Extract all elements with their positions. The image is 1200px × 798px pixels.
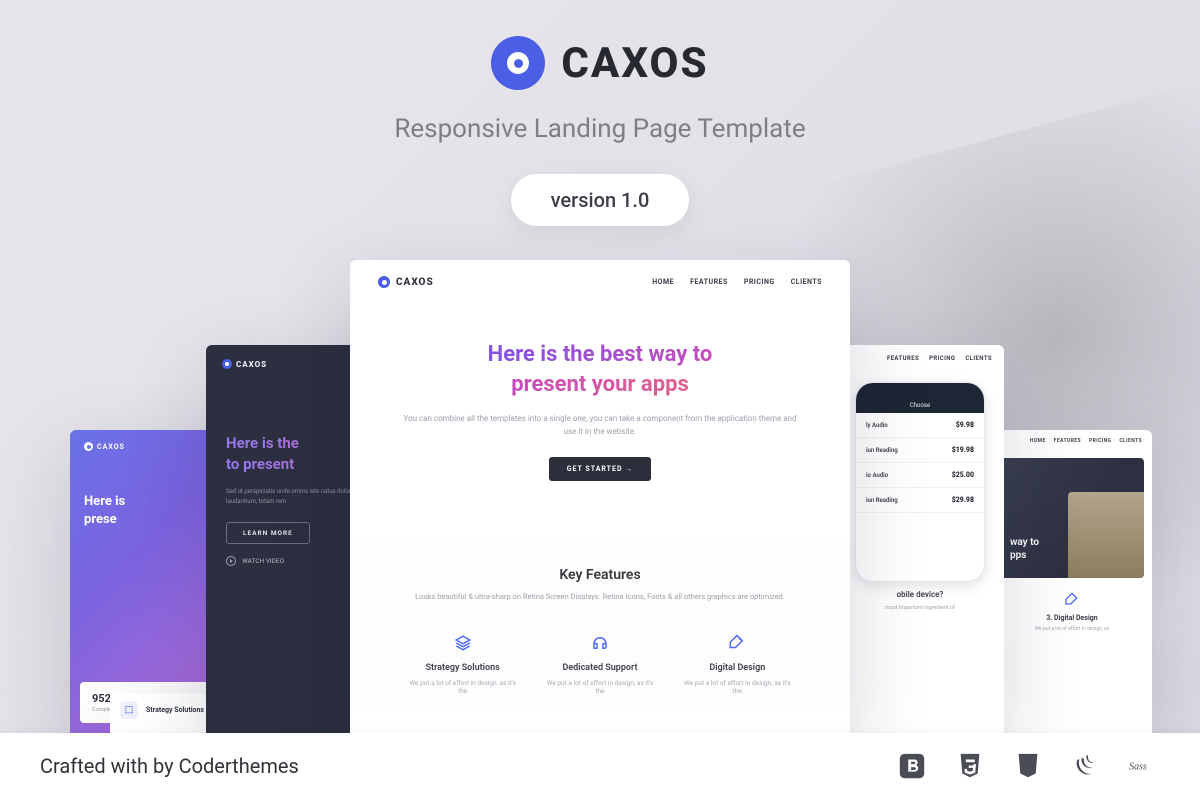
feature-badge-icon: ⬚ (120, 701, 138, 719)
nav-link[interactable]: PRICING (744, 278, 775, 286)
nav-links: HOME FEATURES PRICING CLIENTS (652, 278, 822, 286)
hero-line: Here is the (226, 434, 299, 452)
preview-brand: CAXOS (378, 276, 434, 288)
tagline: Responsive Landing Page Template (0, 114, 1200, 144)
logo-dot-icon (222, 359, 232, 369)
headset-icon (590, 633, 610, 653)
hero-line: Here is (84, 494, 125, 509)
hero-line: to present (226, 455, 294, 473)
hero-line: way to (1010, 537, 1039, 548)
nav-links: HOME FEATURES PRICING CLIENTS (992, 430, 1152, 452)
preview-brand-label: CAXOS (236, 360, 267, 369)
price-value: $29.98 (952, 496, 974, 504)
nav-link[interactable]: CLIENTS (965, 355, 992, 362)
nav-link[interactable]: FEATURES (1054, 438, 1081, 444)
hero-line: prese (84, 512, 117, 527)
photo-hero: way to pps (1000, 458, 1144, 578)
tech-icons: Sass (896, 750, 1160, 782)
price-value: $25.00 (952, 471, 974, 479)
nav-link[interactable]: CLIENTS (1119, 438, 1142, 444)
feature-desc: We put a lot of effort in design, as it'… (679, 679, 796, 695)
preview-screens: CAXOS Here is prese 952 Completed Projec… (0, 270, 1200, 733)
feature-title: Strategy Solutions (404, 663, 521, 673)
logo-dot-icon (84, 442, 93, 451)
feature-strip-title: Strategy Solutions (146, 706, 204, 714)
feature-item: Dedicated Support We put a lot of effort… (531, 633, 668, 695)
hero-line: pps (1010, 550, 1026, 561)
price-label: iun Reading (866, 497, 898, 504)
css3-icon (1012, 750, 1044, 782)
pricing-question: obile device? (836, 590, 1004, 599)
get-started-button[interactable]: GET STARTED → (549, 457, 652, 481)
nav-link[interactable]: FEATURES (887, 355, 919, 362)
nav-link[interactable]: CLIENTS (791, 278, 822, 286)
feature-title: Dedicated Support (541, 663, 658, 673)
feature-desc: We put a lot of effort in design, as it'… (541, 679, 658, 695)
nav-links: FEATURES PRICING CLIENTS (836, 345, 1004, 372)
jquery-icon (1070, 750, 1102, 782)
bootstrap-icon (896, 750, 928, 782)
learn-more-button[interactable]: LEARN MORE (226, 522, 310, 544)
logo-dot-icon (378, 276, 390, 288)
phone-header: Choose (856, 383, 984, 413)
price-label: io Audio (866, 472, 888, 479)
play-icon (226, 556, 236, 566)
preview-hero: Here is the best way to present your app… (350, 300, 850, 501)
crafted-by: Crafted with by Coderthemes (40, 754, 299, 778)
hero-sub: You can combine all the templates into a… (400, 413, 800, 439)
hero-line: Here is the best way to (488, 342, 713, 367)
feature-title: 3. Digital Design (1002, 614, 1142, 622)
features-sub: Looks beautiful & ultra-sharp on Retina … (390, 591, 810, 603)
price-row: iun Reading $19.98 (856, 438, 984, 463)
price-row: io Audio $25.00 (856, 463, 984, 488)
price-value: $9.98 (956, 421, 974, 429)
price-row: iun Reading $29.98 (856, 488, 984, 513)
price-row: ly Audio $9.98 (856, 413, 984, 438)
hero-line: present your apps (511, 372, 689, 397)
feature-item: Digital Design We put a lot of effort in… (669, 633, 806, 695)
preview-card-pricing: FEATURES PRICING CLIENTS Choose ly Audio… (836, 345, 1004, 733)
nav-link[interactable]: PRICING (1089, 438, 1111, 444)
feature-desc: We put a lot of effort in design, as it'… (404, 679, 521, 695)
nav-link[interactable]: FEATURES (690, 278, 728, 286)
preview-card-main: CAXOS HOME FEATURES PRICING CLIENTS Here… (350, 260, 850, 733)
price-label: ly Audio (866, 422, 888, 429)
nav-link[interactable]: PRICING (929, 355, 955, 362)
feature-item: Strategy Solutions We put a lot of effor… (394, 633, 531, 695)
features-section: Key Features Looks beautiful & ultra-sha… (350, 541, 850, 705)
nav-link[interactable]: HOME (1030, 438, 1046, 444)
preview-nav: CAXOS HOME FEATURES PRICING CLIENTS (350, 260, 850, 300)
watch-video-label: WATCH VIDEO (242, 557, 284, 565)
feature-desc: We put a lot of effort in design, as (1002, 626, 1142, 632)
pen-icon (1064, 592, 1080, 608)
feature-item: 3. Digital Design We put a lot of effort… (1002, 592, 1142, 632)
version-badge: version 1.0 (511, 174, 690, 226)
price-label: iun Reading (866, 447, 898, 454)
header-area: CAXOS Responsive Landing Page Template v… (0, 0, 1200, 226)
svg-text:Sass: Sass (1129, 761, 1147, 772)
preview-card-photo: HOME FEATURES PRICING CLIENTS way to pps… (992, 430, 1152, 733)
features-title: Key Features (390, 567, 810, 583)
sass-icon: Sass (1128, 750, 1160, 782)
pricing-sub: most important ingredient of (836, 605, 1004, 611)
layers-icon (453, 633, 473, 653)
brand: CAXOS (491, 36, 708, 90)
nav-link[interactable]: HOME (652, 278, 674, 286)
price-value: $19.98 (952, 446, 974, 454)
preview-brand-label: CAXOS (97, 443, 125, 451)
brand-name: CAXOS (561, 39, 708, 88)
preview-brand-label: CAXOS (396, 277, 434, 288)
phone-mockup: Choose ly Audio $9.98 iun Reading $19.98… (855, 382, 985, 582)
html5-icon (954, 750, 986, 782)
pen-icon (727, 633, 747, 653)
brand-logo-icon (491, 36, 545, 90)
promo-stage: CAXOS Responsive Landing Page Template v… (0, 0, 1200, 798)
feature-title: Digital Design (679, 663, 796, 673)
hero-photo-placeholder (1068, 492, 1144, 578)
footer-bar: Crafted with by Coderthemes Sass (0, 733, 1200, 798)
